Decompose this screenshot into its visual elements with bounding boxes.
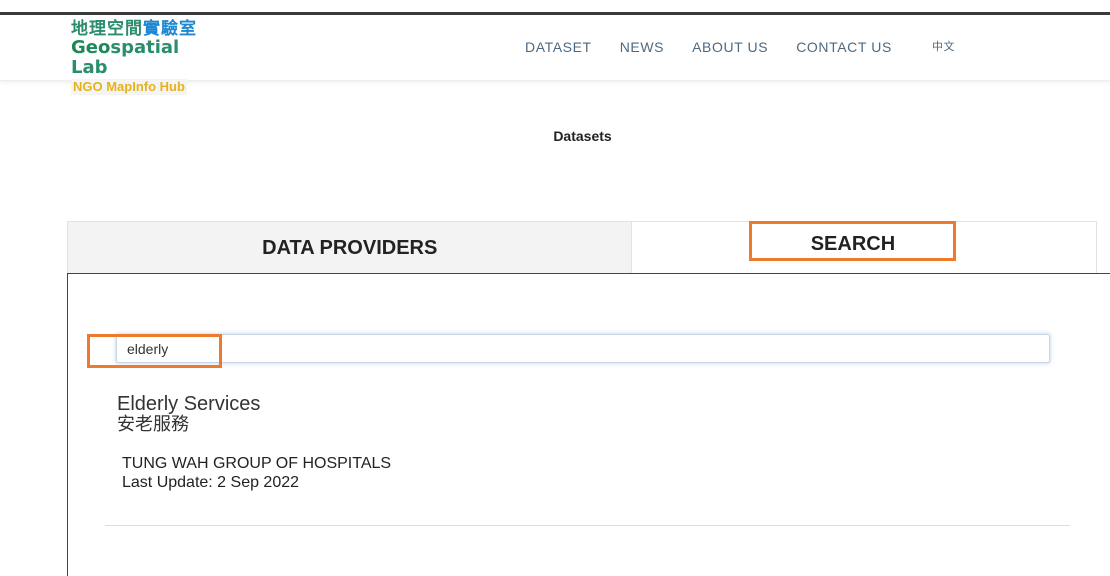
logo-english-title: Geospatial Lab	[71, 37, 180, 78]
result-last-update: Last Update: 2 Sep 2022	[122, 474, 300, 491]
tab-search-label: SEARCH	[810, 232, 896, 255]
tab-data-providers[interactable]: DATA PROVIDERS	[68, 222, 633, 274]
nav-item-about-us[interactable]: ABOUT US	[692, 38, 768, 56]
tab-search[interactable]: SEARCH	[632, 221, 1096, 274]
search-input[interactable]	[116, 334, 1050, 363]
result-title-english[interactable]: Elderly Services	[117, 393, 1017, 415]
result-item[interactable]: Elderly Services 安老服務 TUNG WAH GROUP OF …	[117, 393, 1017, 492]
nav-item-contact-us[interactable]: CONTACT US	[796, 38, 892, 56]
main-nav: DATASET NEWS ABOUT US CONTACT US 中文	[525, 38, 955, 56]
site-header: 地理空間實驗室 Geospatial Lab NGO MapInfo Hub D…	[0, 15, 1110, 95]
result-organization: TUNG WAH GROUP OF HOSPITALS	[122, 455, 392, 472]
result-divider	[105, 525, 1070, 526]
logo-chinese-title: 地理空間實驗室	[71, 19, 197, 39]
result-title-chinese[interactable]: 安老服務	[117, 415, 1017, 435]
search-tab-highlight: SEARCH	[749, 221, 957, 261]
page-title: Datasets	[553, 128, 612, 144]
language-switch[interactable]: 中文	[932, 38, 955, 56]
nav-item-dataset[interactable]: DATASET	[525, 38, 592, 56]
tab-bar: DATA PROVIDERS SEARCH	[67, 221, 1097, 274]
search-panel: Elderly Services 安老服務 TUNG WAH GROUP OF …	[67, 273, 1110, 576]
nav-item-news[interactable]: NEWS	[620, 38, 664, 56]
site-logo[interactable]: 地理空間實驗室 Geospatial Lab NGO MapInfo Hub	[71, 20, 221, 96]
logo-hub-label: NGO MapInfo Hub	[71, 79, 187, 95]
tab-data-providers-label: DATA PROVIDERS	[262, 236, 438, 259]
